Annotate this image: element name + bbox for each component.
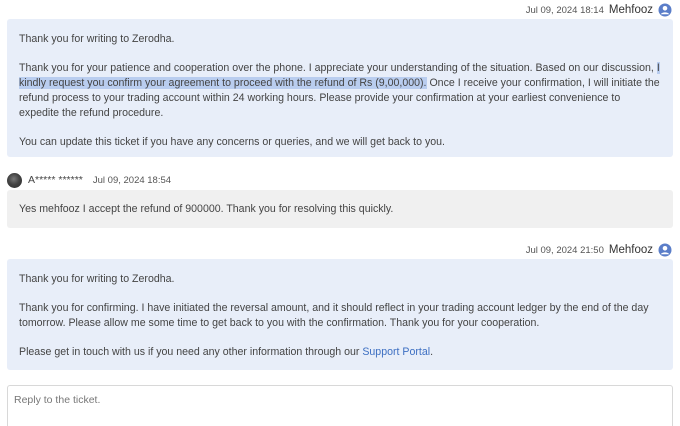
message-body: Yes mehfooz I accept the refund of 90000… bbox=[19, 203, 394, 215]
message-header-3: Jul 09, 2024 21:50 Mehfooz bbox=[526, 242, 672, 258]
message-text: Thank you for your patience and cooperat… bbox=[19, 62, 657, 74]
message-date: Jul 09, 2024 18:14 bbox=[525, 4, 604, 16]
message-bubble-3: Thank you for writing to Zerodha. Thank … bbox=[7, 259, 673, 370]
user-circle-icon bbox=[658, 243, 672, 257]
message-body: Thank you for confirming. I have initiat… bbox=[19, 302, 649, 329]
agent-name: Mehfooz bbox=[608, 4, 653, 16]
message-header-2: A***** ****** Jul 09, 2024 18:54 bbox=[7, 172, 171, 188]
message-greeting: Thank you for writing to Zerodha. bbox=[19, 273, 175, 285]
message-bubble-2: Yes mehfooz I accept the refund of 90000… bbox=[7, 190, 673, 228]
message-footer: You can update this ticket if you have a… bbox=[19, 136, 445, 148]
user-avatar bbox=[7, 172, 22, 188]
message-text: . bbox=[430, 346, 434, 358]
message-text: Please get in touch with us if you need … bbox=[19, 346, 363, 358]
message-header-1: Jul 09, 2024 18:14 Mehfooz bbox=[526, 2, 672, 18]
user-name: A***** ****** bbox=[28, 174, 83, 186]
agent-name: Mehfooz bbox=[608, 244, 653, 256]
reply-textarea[interactable] bbox=[7, 385, 673, 426]
support-portal-link[interactable]: Support Portal bbox=[362, 346, 430, 358]
message-bubble-1: Thank you for writing to Zerodha. Thank … bbox=[7, 19, 673, 157]
message-greeting: Thank you for writing to Zerodha. bbox=[19, 33, 175, 45]
message-date: Jul 09, 2024 18:54 bbox=[92, 174, 172, 186]
message-body: Thank you for your patience and cooperat… bbox=[19, 61, 661, 121]
message-footer: Please get in touch with us if you need … bbox=[19, 345, 661, 360]
message-date: Jul 09, 2024 21:50 bbox=[525, 244, 604, 256]
user-circle-icon bbox=[658, 3, 672, 17]
